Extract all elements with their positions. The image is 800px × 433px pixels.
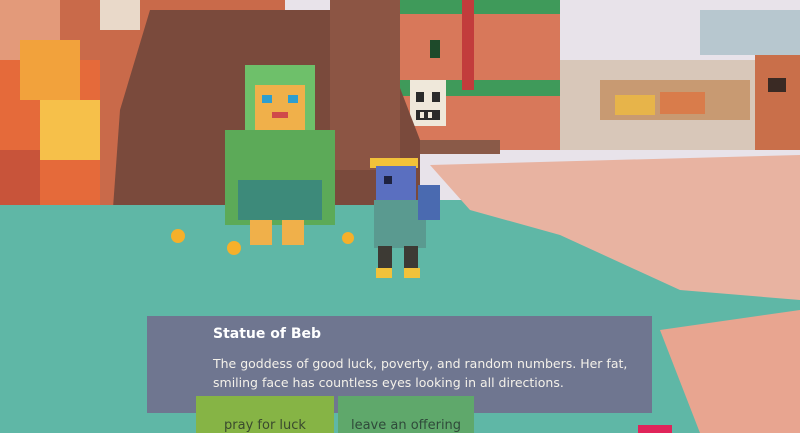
candle-flame: [171, 229, 185, 243]
candle-flame: [342, 232, 354, 244]
banner: [462, 0, 474, 90]
dialog-title: Statue of Beb: [213, 326, 322, 342]
dialog-body: The goddess of good luck, poverty, and r…: [213, 356, 628, 390]
pray-for-luck-button[interactable]: pray for luck: [196, 396, 334, 433]
leave-offering-button[interactable]: leave an offering: [338, 396, 474, 433]
middle-building: [400, 0, 560, 150]
dome-building: [700, 10, 800, 55]
candle-flame: [227, 241, 241, 255]
corner-marker: [638, 425, 672, 433]
right-house: [755, 55, 800, 150]
skull-mask: [410, 80, 446, 126]
